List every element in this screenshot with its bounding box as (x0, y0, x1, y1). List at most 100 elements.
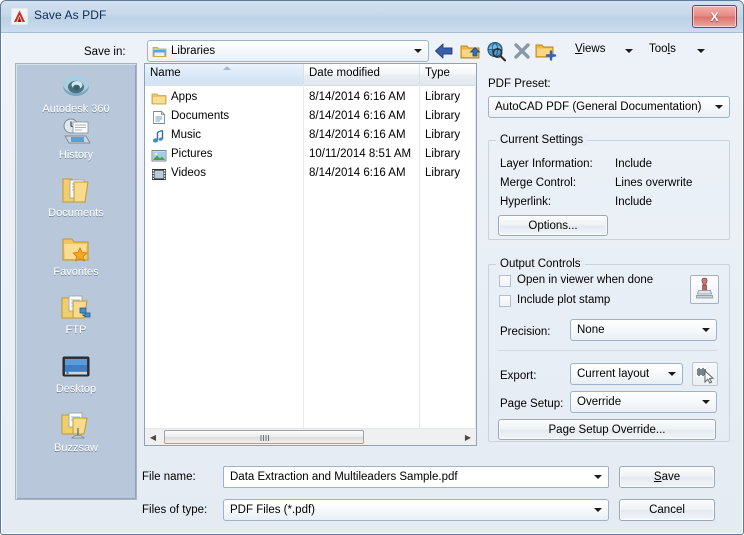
merge-control-label: Merge Control: (500, 177, 577, 189)
table-row[interactable]: Videos 8/14/2014 6:16 AM Library (145, 165, 476, 184)
column-header-name[interactable]: Name (145, 64, 304, 84)
close-button[interactable]: X (692, 5, 737, 28)
search-folder-icon[interactable] (484, 39, 508, 63)
sidebar-item-label: Autodesk 360 (42, 103, 110, 115)
select-objects-button[interactable] (692, 362, 718, 386)
pdf-preset-label: PDF Preset: (488, 78, 551, 90)
file-date: 8/14/2014 6:16 AM (309, 129, 406, 141)
new-folder-icon[interactable] (533, 39, 557, 63)
picture-icon (151, 150, 167, 162)
chevron-down-icon (702, 328, 710, 332)
options-button[interactable]: Options... (498, 215, 608, 236)
sidebar-item-label: Documents (48, 207, 104, 219)
open-in-viewer-label: Open in viewer when done (517, 274, 654, 286)
sidebar-item-label: Desktop (55, 383, 97, 395)
checkbox-box (499, 275, 511, 287)
export-value: Current layout (577, 368, 650, 380)
hyperlink-label: Hyperlink: (500, 196, 552, 208)
file-name: Music (171, 129, 202, 141)
file-date: 8/14/2014 6:16 AM (309, 110, 406, 122)
grip-icon (260, 435, 269, 441)
pdf-preset-dropdown[interactable]: AutoCAD PDF (General Documentation) (488, 96, 730, 118)
sidebar-item-label: History (58, 149, 94, 161)
scrollbar-thumb[interactable] (164, 430, 364, 444)
page-setup-override-button[interactable]: Page Setup Override... (498, 419, 716, 440)
horizontal-scrollbar[interactable]: ◀ ▶ (145, 428, 476, 445)
favorites-folder-icon (62, 238, 89, 262)
file-list-header: Name Date modified Type (145, 64, 476, 86)
checkbox-box (499, 295, 511, 307)
sidebar-item-ftp[interactable]: FTP (18, 291, 134, 336)
save-in-dropdown[interactable]: Libraries (147, 40, 429, 62)
sidebar-item-history[interactable]: History (18, 116, 134, 161)
page-setup-dropdown[interactable]: Override (570, 391, 717, 413)
ftp-folder-icon (61, 295, 91, 319)
sidebar-item-documents[interactable]: Documents (18, 174, 134, 219)
sidebar-item-desktop[interactable]: Desktop (18, 350, 134, 395)
close-icon: X (710, 9, 719, 24)
file-list[interactable]: Name Date modified Type Apps 8/14/2014 6… (144, 63, 477, 446)
desktop-icon (62, 356, 90, 377)
file-name-input[interactable]: Data Extraction and Multileaders Sample.… (223, 466, 609, 488)
sidebar-item-autodesk-360[interactable]: Autodesk 360 (18, 70, 134, 115)
plot-stamp-settings-button[interactable] (690, 275, 719, 304)
folder-icon (151, 93, 167, 105)
sidebar-item-buzzsaw[interactable]: Buzzsaw (18, 409, 134, 454)
title-bar[interactable]: Save As PDF X (1, 1, 743, 33)
export-dropdown[interactable]: Current layout (570, 363, 683, 385)
section-divider (498, 350, 717, 351)
delete-icon[interactable] (510, 39, 534, 63)
tools-menu-label: Tools (649, 43, 676, 55)
sidebar-item-favorites[interactable]: Favorites (18, 233, 134, 278)
hyperlink-value: Include (615, 196, 653, 208)
column-label: Name (150, 67, 181, 79)
table-row[interactable]: Documents 8/14/2014 6:16 AM Library (145, 108, 476, 127)
merge-control-value: Lines overwrite (615, 177, 693, 189)
sidebar-item-label: Favorites (53, 266, 99, 278)
autodesk-360-icon (63, 75, 89, 96)
file-type: Library (425, 129, 461, 141)
file-type: Library (425, 167, 461, 179)
include-plot-stamp-label: Include plot stamp (517, 294, 611, 306)
page-setup-value: Override (577, 396, 622, 408)
file-type: Library (425, 148, 461, 160)
select-objects-icon (696, 367, 715, 384)
scroll-right-button[interactable]: ▶ (460, 429, 476, 445)
file-type: Library (425, 110, 461, 122)
table-row[interactable]: Apps 8/14/2014 6:16 AM Library (145, 89, 476, 108)
output-controls-title: Output Controls (496, 258, 585, 270)
sidebar-item-label: FTP (65, 324, 87, 336)
library-folder-icon (152, 47, 167, 57)
documents-folder-icon (62, 178, 89, 203)
views-menu-label: Views (575, 43, 606, 55)
chevron-down-icon (715, 105, 723, 109)
history-icon (63, 118, 91, 144)
current-settings-title: Current Settings (496, 134, 588, 146)
table-row[interactable]: Pictures 10/11/2014 8:51 AM Library (145, 146, 476, 165)
table-row[interactable]: Music 8/14/2014 6:16 AM Library (145, 127, 476, 146)
layer-information-value: Include (615, 158, 653, 170)
chevron-down-icon (414, 49, 422, 53)
files-of-type-label: Files of type: (142, 504, 208, 516)
file-date: 8/14/2014 6:16 AM (309, 167, 406, 179)
files-of-type-dropdown[interactable]: PDF Files (*.pdf) (223, 499, 609, 521)
cancel-button[interactable]: Cancel (619, 499, 715, 521)
plot-stamp-icon (696, 277, 713, 299)
file-date: 10/11/2014 8:51 AM (309, 148, 412, 160)
scroll-left-button[interactable]: ◀ (145, 429, 161, 445)
column-header-type[interactable]: Type (420, 64, 476, 84)
chevron-down-icon[interactable] (594, 475, 602, 479)
page-setup-label: Page Setup: (500, 398, 564, 410)
back-icon[interactable] (432, 39, 456, 63)
column-header-date-modified[interactable]: Date modified (304, 64, 420, 84)
precision-label: Precision: (500, 326, 551, 338)
file-name-label: File name: (142, 471, 196, 483)
save-button[interactable]: Save (619, 466, 715, 488)
up-folder-icon[interactable] (458, 39, 482, 63)
chevron-down-icon (697, 49, 705, 53)
file-name: Apps (171, 91, 198, 103)
file-date: 8/14/2014 6:16 AM (309, 91, 406, 103)
options-button-label: Options... (528, 219, 578, 232)
file-type: Library (425, 91, 461, 103)
precision-dropdown[interactable]: None (570, 319, 717, 341)
